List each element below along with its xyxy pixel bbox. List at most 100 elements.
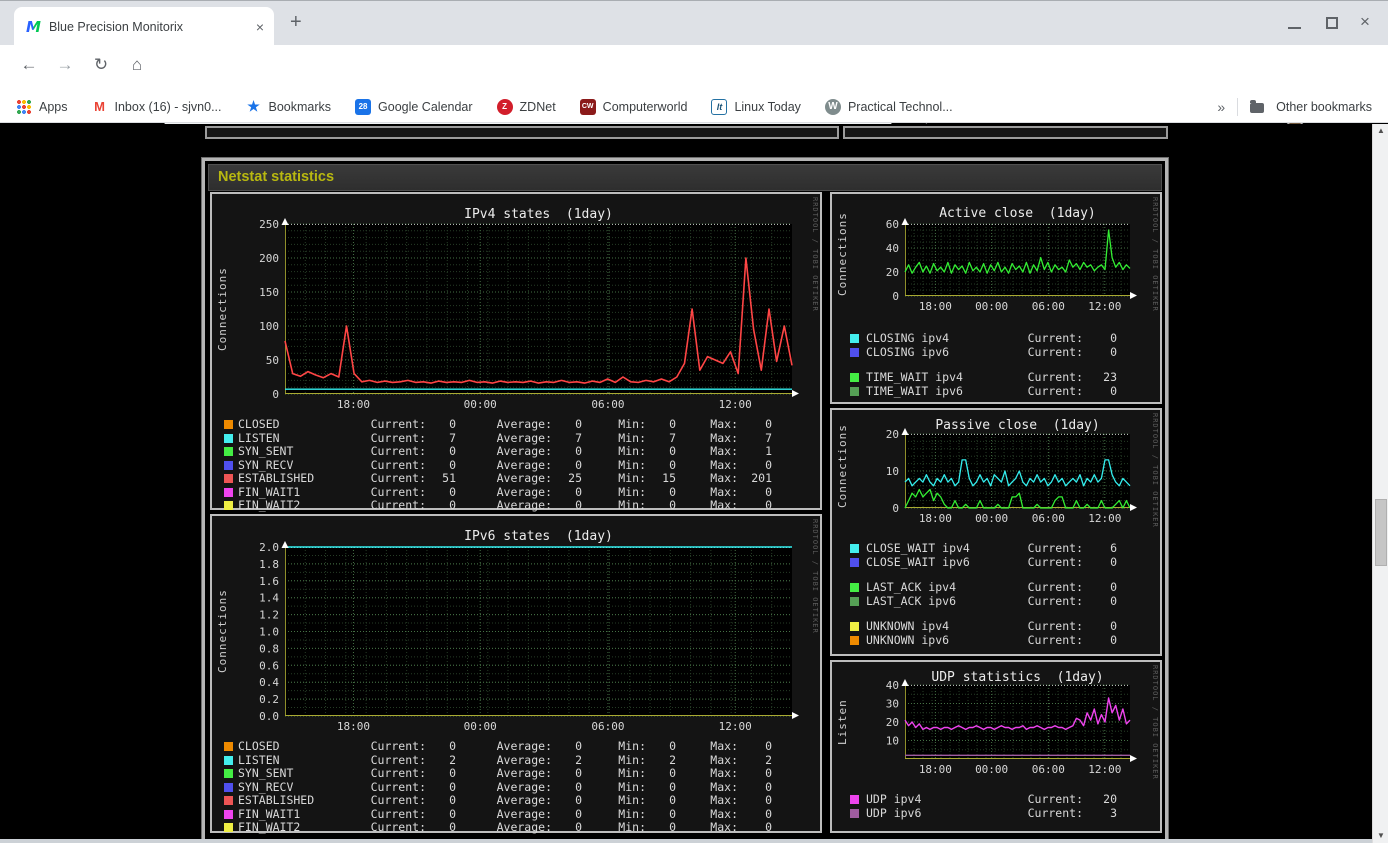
new-tab-button[interactable]: + [290, 11, 302, 34]
stat-label-max: Max: [710, 820, 738, 835]
y-tick-label: 10 [886, 735, 899, 748]
stat-value-current: 0 [449, 444, 456, 459]
bookmark-computerworld[interactable]: CW Computerworld [579, 98, 687, 115]
y-tick-label: 1.2 [259, 609, 279, 622]
scroll-down-arrow[interactable]: ▼ [1373, 829, 1388, 843]
window-minimize-button[interactable] [1288, 27, 1301, 29]
stat-value-average: 0 [575, 779, 582, 794]
legend-label: ESTABLISHED [238, 793, 315, 808]
bookmark-apps[interactable]: Apps [16, 98, 68, 115]
stat-label-current: Current: [1027, 593, 1083, 608]
stat-label-max: Max: [710, 444, 738, 459]
stat-value-current: 0 [449, 793, 456, 808]
legend-color-box [224, 474, 233, 484]
stat-label-current: Current: [1027, 619, 1083, 634]
legend-label: UDP ipv6 [866, 805, 922, 820]
legend-color-box [850, 347, 859, 357]
stat-value-current: 3 [1110, 805, 1117, 820]
bookmark-inbox-16-sjvn0[interactable]: M Inbox (16) - sjvn0... [92, 99, 221, 115]
legend-label: UNKNOWN ipv6 [866, 632, 950, 647]
stat-value-average: 0 [575, 806, 582, 821]
section-title: Netstat statistics [208, 164, 1162, 191]
browser-tab[interactable]: M Blue Precision Monitorix × [14, 7, 274, 46]
legend-label: FIN_WAIT2 [238, 498, 301, 513]
chart-title: Passive close (1day) [935, 418, 1100, 433]
y-tick-label: 0.6 [259, 659, 279, 672]
y-tick-label: 0.8 [259, 642, 279, 655]
bookmark-linux-today[interactable]: lt Linux Today [711, 98, 801, 115]
scroll-up-arrow[interactable]: ▲ [1373, 124, 1388, 138]
stat-label-average: Average: [496, 417, 552, 432]
legend-color-box [224, 769, 233, 779]
stat-label-current: Current: [1027, 805, 1083, 820]
stat-label-current: Current: [370, 820, 426, 835]
legend-label: CLOSING ipv4 [866, 331, 950, 346]
stat-value-average: 0 [575, 417, 582, 432]
y-tick-label: 60 [886, 218, 899, 231]
stat-label-current: Current: [370, 779, 426, 794]
tab-title: Blue Precision Monitorix [48, 19, 184, 34]
y-tick-label: 30 [886, 698, 899, 711]
window-maximize-button[interactable] [1326, 17, 1338, 29]
stat-value-average: 2 [575, 752, 582, 767]
wp-favicon: W [824, 98, 841, 115]
legend-color-box [850, 386, 859, 396]
stat-value-current: 0 [1110, 554, 1117, 569]
calendar-favicon: 28 [355, 98, 372, 115]
panel-passive-close: Passive close (1day) Connections 18:00 00… [830, 408, 1162, 656]
stat-value-average: 25 [568, 471, 582, 486]
legend-row: LAST_ACK ipv4 Current: 0 [850, 581, 1117, 595]
legend-gap [850, 569, 1117, 581]
bookmark-google-calendar[interactable]: 28 Google Calendar [355, 98, 473, 115]
stat-label-average: Average: [496, 752, 552, 767]
bookmark-bookmarks[interactable]: ★ Bookmarks [246, 98, 331, 115]
page-scrollbar[interactable]: ▲ ▼ [1372, 124, 1388, 843]
forward-button[interactable]: → [52, 55, 78, 75]
tab-close-icon[interactable]: × [256, 19, 264, 35]
stat-value-max: 0 [765, 498, 772, 513]
legend-row: SYN_SENT Current: 0 Average: 0 Min: 0 Max: 0 [224, 767, 772, 781]
stat-label-max: Max: [710, 806, 738, 821]
y-tick-label: 1.0 [259, 626, 279, 639]
x-axis-arrow [1130, 292, 1137, 299]
stat-value-min: 0 [669, 457, 676, 472]
legend-color-box [850, 596, 859, 606]
y-tick-label: 0 [892, 502, 899, 515]
legend-gap [850, 359, 1117, 371]
y-tick-label: 20 [886, 266, 899, 279]
stat-label-current: Current: [370, 498, 426, 513]
reload-button[interactable]: ↻ [88, 55, 114, 75]
stat-value-current: 0 [449, 739, 456, 754]
x-tick-label: 06:00 [1032, 512, 1065, 525]
page-background: Netstat statistics IPv4 states (1day) Co… [0, 124, 1372, 843]
window-close-button[interactable]: × [1360, 12, 1370, 32]
stat-value-min: 0 [669, 484, 676, 499]
bookmark-zdnet[interactable]: Z ZDNet [496, 98, 556, 115]
stat-label-max: Max: [710, 471, 738, 486]
y-tick-label: 10 [886, 465, 899, 478]
stat-label-min: Min: [618, 766, 646, 781]
monitorix-favicon: M [26, 17, 41, 36]
x-tick-label: 18:00 [919, 763, 952, 776]
x-tick-label: 00:00 [975, 763, 1008, 776]
stat-value-min: 0 [669, 766, 676, 781]
legend-row: LISTEN Current: 2 Average: 2 Min: 2 Max: 2 [224, 752, 772, 768]
bookmark-practical-technol[interactable]: W Practical Technol... [824, 98, 953, 115]
home-button[interactable]: ⌂ [124, 55, 150, 75]
back-button[interactable]: ← [16, 55, 42, 75]
other-bookmarks-button[interactable]: Other bookmarks [1276, 100, 1372, 114]
stat-value-max: 0 [765, 793, 772, 808]
x-tick-label: 18:00 [337, 720, 370, 733]
legend-label: FIN_WAIT1 [238, 484, 301, 499]
bookmarks-overflow-icon[interactable]: » [1217, 99, 1225, 115]
stat-value-max: 7 [765, 430, 772, 445]
legend-row: FIN_WAIT2 Current: 0 Average: 0 Min: 0 Max: 0 [224, 821, 772, 835]
stat-label-max: Max: [710, 498, 738, 513]
panel-udp-statistics: UDP statistics (1day) Listen 18:00 00:00 0… [830, 660, 1162, 833]
cw-favicon: CW [579, 98, 596, 115]
stat-value-current: 7 [449, 430, 456, 445]
y-tick-label: 250 [259, 218, 279, 231]
legend-color-box [850, 795, 859, 805]
scrollbar-thumb[interactable] [1375, 499, 1387, 566]
stat-value-average: 0 [575, 484, 582, 499]
